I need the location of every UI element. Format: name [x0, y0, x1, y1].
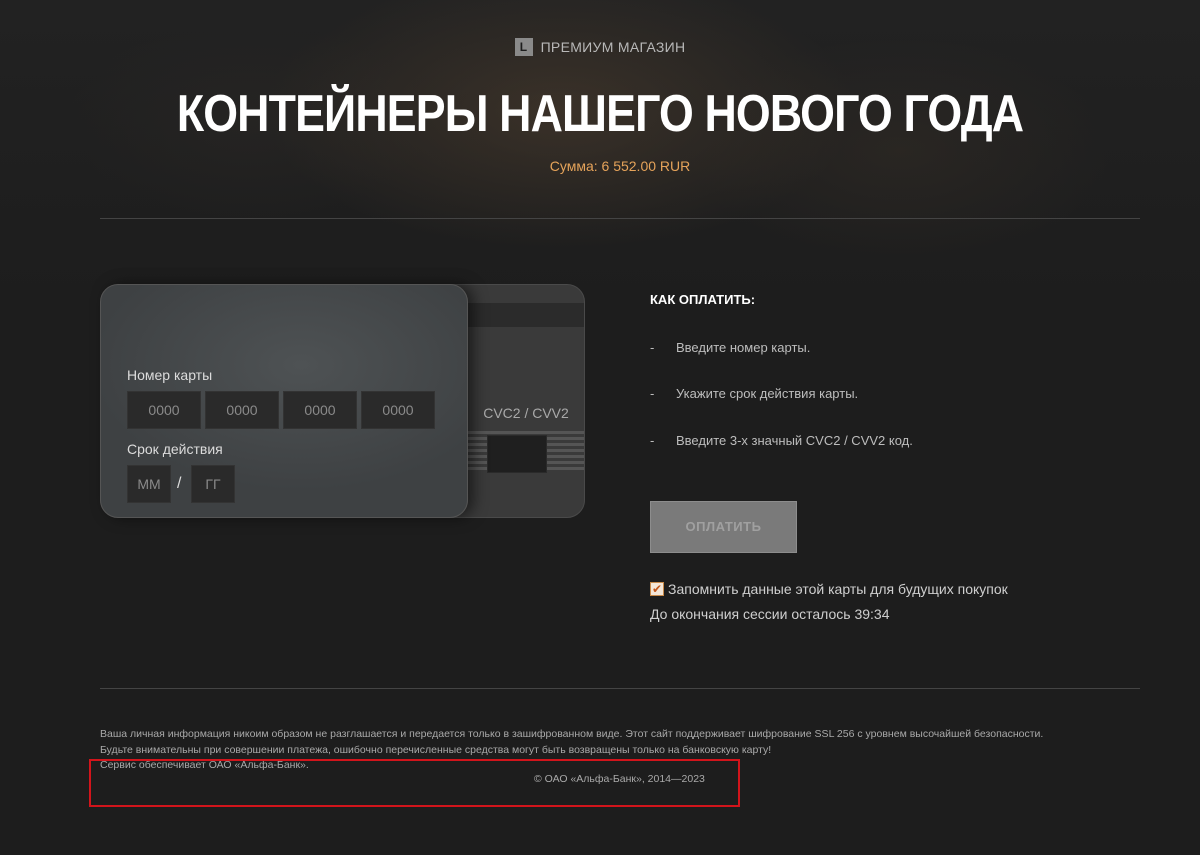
shop-header: L ПРЕМИУМ МАГАЗИН [0, 38, 1200, 56]
step-dash: - [650, 340, 655, 355]
bottom-divider [100, 688, 1140, 689]
shop-label: ПРЕМИУМ МАГАЗИН [540, 39, 686, 55]
expiry-separator: / [177, 475, 182, 492]
remember-card[interactable]: ✔ Запомнить данные этой карты для будущи… [650, 581, 1008, 597]
expiry-year-input[interactable]: ГГ [191, 465, 235, 503]
highlight-box [89, 759, 740, 807]
how-to-pay-title: КАК ОПЛАТИТЬ: [650, 292, 756, 307]
shop-logo-icon: L [514, 38, 533, 56]
instruction-step: - Введите номер карты. [650, 340, 810, 355]
card-number-label: Номер карты [127, 367, 213, 383]
expiry-month-input[interactable]: ММ [127, 465, 171, 503]
payment-warning: Будьте внимательны при совершении платеж… [100, 744, 772, 756]
card-number-input-3[interactable]: 0000 [283, 391, 357, 429]
expiry-label: Срок действия [127, 441, 223, 457]
step-dash: - [650, 386, 655, 401]
card-number-input-2[interactable]: 0000 [205, 391, 279, 429]
step-dash: - [650, 433, 655, 448]
step-text: Введите номер карты. [676, 340, 811, 355]
remember-checkbox[interactable]: ✔ [650, 582, 664, 596]
card-number-input-4[interactable]: 0000 [361, 391, 435, 429]
session-timer: До окончания сессии осталось 39:34 [650, 606, 890, 622]
page-title: КОНТЕЙНЕРЫ НАШЕГО НОВОГО ГОДА [176, 85, 1024, 143]
payment-amount: Сумма: 6 552.00 RUR [549, 158, 691, 174]
security-notice: Ваша личная информация никоим образом не… [100, 728, 1044, 740]
top-divider [100, 218, 1140, 219]
step-text: Укажите срок действия карты. [676, 386, 859, 401]
cvc-label: CVC2 / CVV2 [483, 405, 569, 421]
card-front: Номер карты 0000 0000 0000 0000 Срок дей… [100, 284, 468, 518]
cvc-input[interactable] [487, 435, 547, 473]
card-number-input-1[interactable]: 0000 [127, 391, 201, 429]
instruction-step: - Укажите срок действия карты. [650, 386, 858, 401]
remember-label[interactable]: Запомнить данные этой карты для будущих … [668, 581, 1008, 597]
instruction-step: - Введите 3-х значный CVC2 / CVV2 код. [650, 433, 913, 448]
step-text: Введите 3-х значный CVC2 / CVV2 код. [676, 433, 913, 448]
pay-button[interactable]: ОПЛАТИТЬ [650, 501, 797, 553]
